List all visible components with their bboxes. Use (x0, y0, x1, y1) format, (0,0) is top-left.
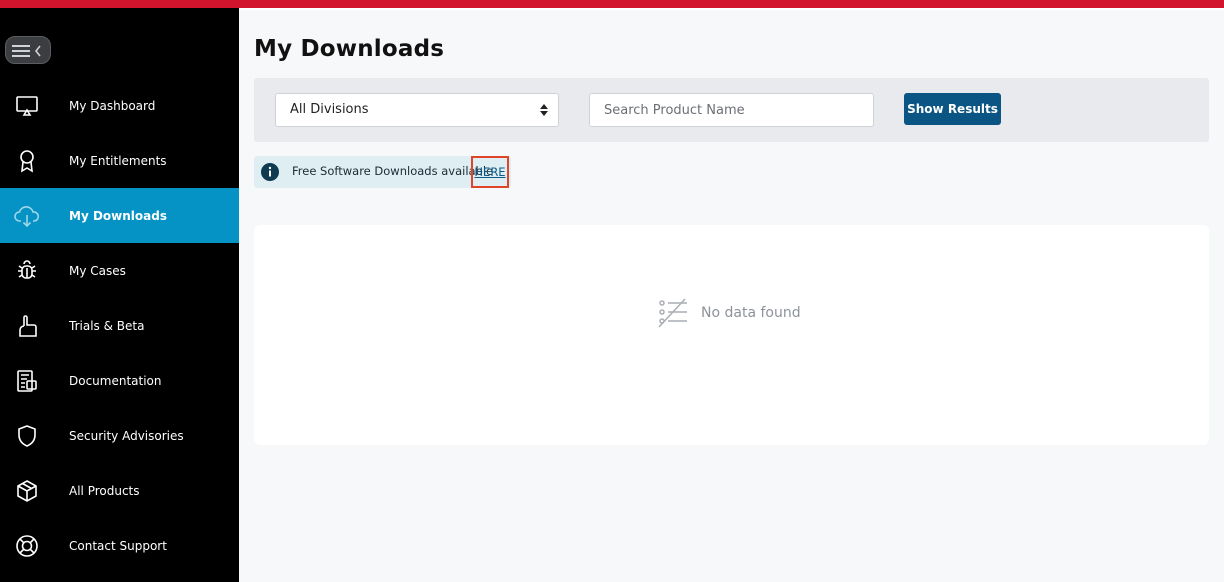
sidebar-item-label: My Cases (69, 263, 126, 278)
main-content: My Downloads All Divisions Show Results … (239, 10, 1224, 582)
sidebar-item-contact-support[interactable]: Contact Support (0, 518, 239, 573)
monitor-icon (14, 93, 40, 119)
sidebar-item-label: All Products (69, 483, 140, 498)
info-icon (261, 163, 279, 181)
filter-bar: All Divisions Show Results (254, 78, 1209, 142)
box-icon (14, 478, 40, 504)
sidebar-item-label: Documentation (69, 373, 162, 388)
division-select[interactable]: All Divisions (275, 93, 559, 127)
free-downloads-link[interactable]: HERE (471, 156, 509, 188)
sidebar-item-label: My Dashboard (69, 98, 156, 113)
cloud-download-icon (14, 203, 40, 229)
division-select-value: All Divisions (290, 102, 369, 117)
bug-icon (14, 258, 40, 284)
sidebar-item-label: My Entitlements (69, 153, 167, 168)
sidebar-item-documentation[interactable]: Documentation (0, 353, 239, 408)
award-icon (14, 148, 40, 174)
select-arrows-icon (540, 104, 548, 116)
show-results-button[interactable]: Show Results (904, 93, 1001, 125)
sidebar-item-trials-beta[interactable]: Trials & Beta (0, 298, 239, 353)
info-message: Free Software Downloads available (292, 164, 494, 178)
sidebar: My Dashboard My Entitlements My Download… (0, 8, 239, 582)
sidebar-item-my-downloads[interactable]: My Downloads (0, 188, 239, 243)
sidebar-item-all-products[interactable]: All Products (0, 463, 239, 518)
info-notice: Free Software Downloads available HERE (254, 156, 511, 188)
results-card: No data found (254, 225, 1209, 445)
document-icon (14, 368, 40, 394)
sidebar-item-label: My Downloads (69, 208, 167, 223)
sidebar-item-label: Contact Support (69, 538, 167, 553)
sidebar-item-my-cases[interactable]: My Cases (0, 243, 239, 298)
sidebar-item-my-dashboard[interactable]: My Dashboard (0, 78, 239, 133)
empty-state: No data found (657, 298, 801, 328)
menu-collapse-icon (12, 45, 41, 57)
page-title: My Downloads (254, 36, 445, 62)
sidebar-toggle-button[interactable] (5, 36, 51, 64)
shield-icon (14, 423, 40, 449)
brand-stripe (0, 0, 1224, 8)
no-data-icon (658, 298, 687, 328)
pointer-hand-icon (14, 313, 40, 339)
lifebuoy-icon (14, 533, 40, 559)
sidebar-item-my-entitlements[interactable]: My Entitlements (0, 133, 239, 188)
search-input[interactable] (589, 93, 874, 127)
sidebar-item-label: Trials & Beta (69, 318, 145, 333)
empty-state-text: No data found (701, 305, 801, 321)
sidebar-item-security-advisories[interactable]: Security Advisories (0, 408, 239, 463)
sidebar-item-label: Security Advisories (69, 428, 184, 443)
